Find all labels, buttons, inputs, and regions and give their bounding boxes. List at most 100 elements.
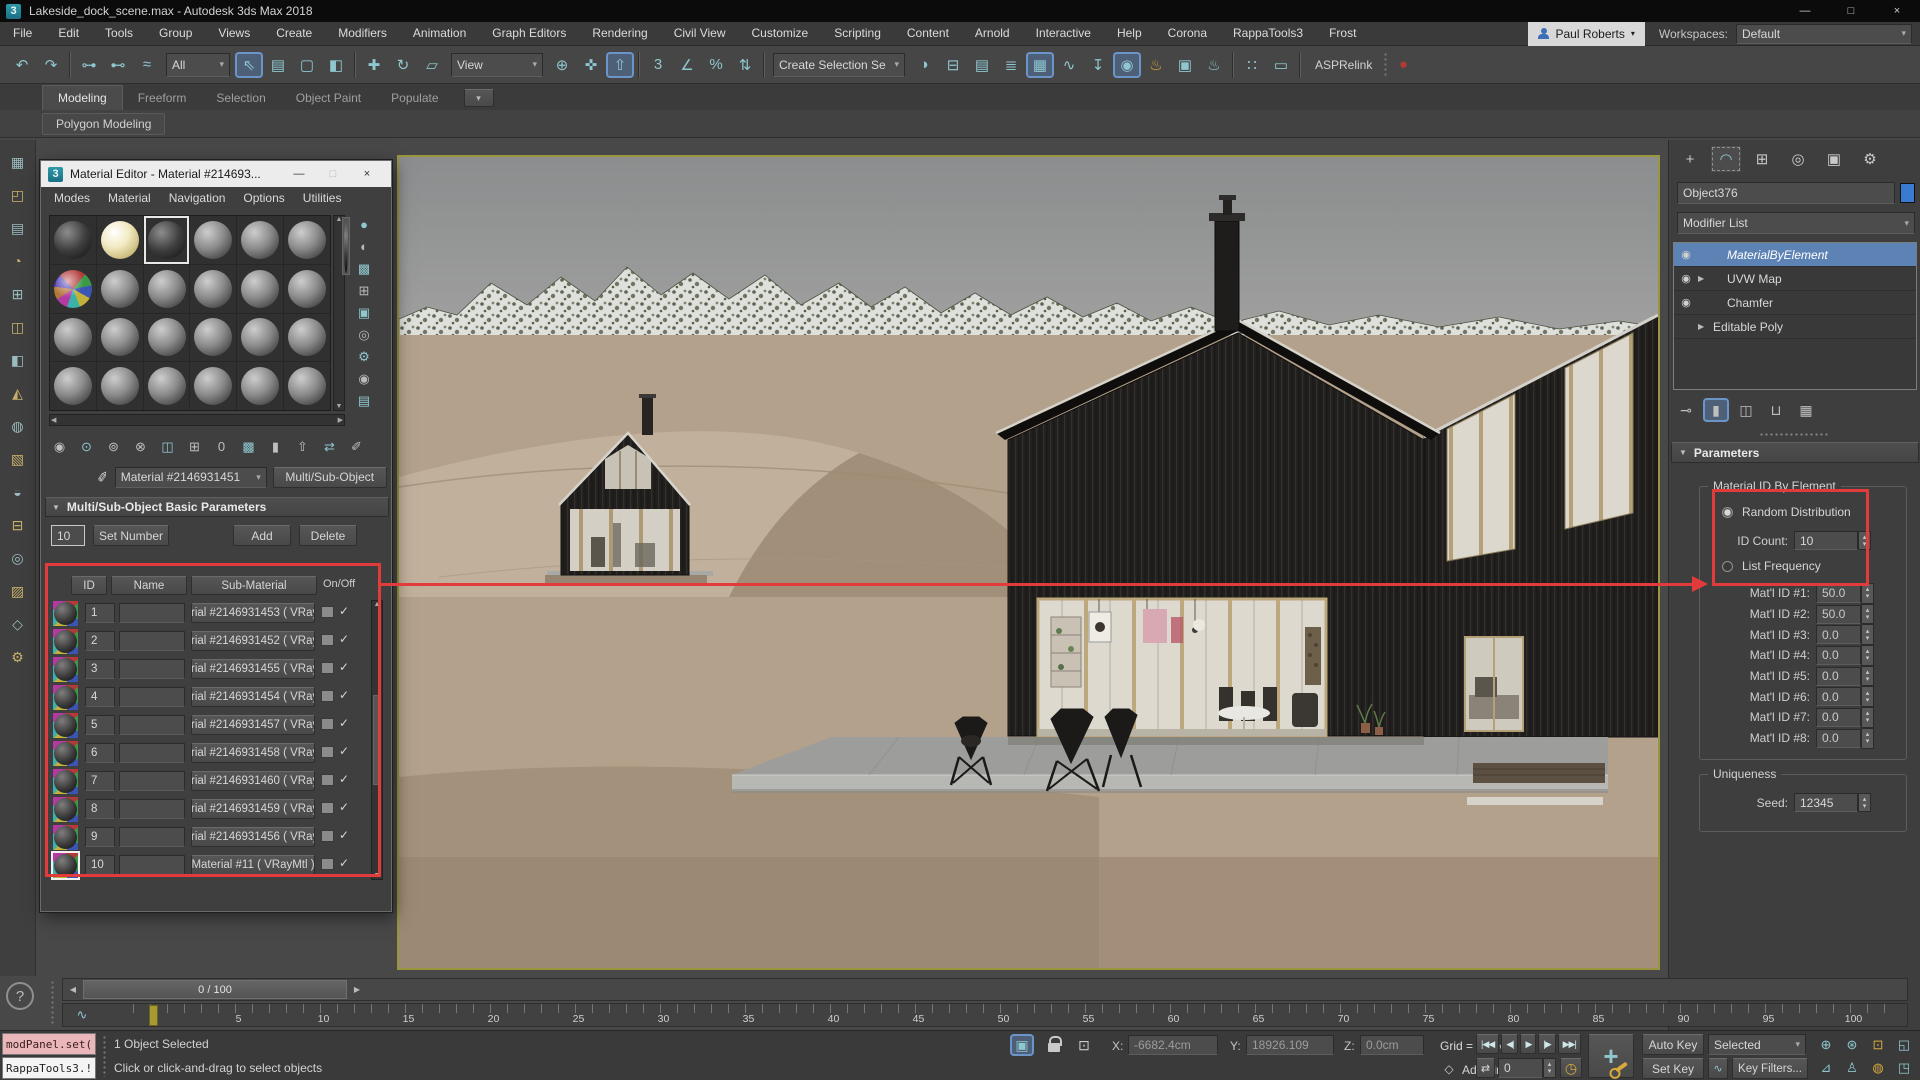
maxscript-listener-line2[interactable]: RappaTools3.! xyxy=(2,1057,96,1079)
left-tool-icon-13[interactable]: ◎ xyxy=(6,546,30,570)
scene-explorer-icon[interactable]: ▤ xyxy=(968,52,996,78)
spinner-arrows[interactable]: ▴▾ xyxy=(1861,728,1874,749)
left-tool-icon-2[interactable]: ◰ xyxy=(6,183,30,207)
get-material-icon[interactable]: ◉ xyxy=(47,435,72,458)
material-editor-icon[interactable]: ◉ xyxy=(1113,52,1141,78)
material-sample-slot[interactable] xyxy=(144,314,190,362)
map-chip[interactable] xyxy=(321,774,334,786)
enable-checkbox[interactable]: ✓ xyxy=(339,856,349,870)
menu-item[interactable]: Civil View xyxy=(661,22,739,45)
material-sample-slot[interactable] xyxy=(97,314,143,362)
map-chip[interactable] xyxy=(321,690,334,702)
panel-splitter[interactable] xyxy=(1759,432,1829,437)
modifier-stack-row[interactable]: ◉ Chamfer xyxy=(1674,291,1916,315)
viewport[interactable] xyxy=(397,155,1660,970)
enable-checkbox[interactable]: ✓ xyxy=(339,660,349,674)
matl-id-field[interactable]: 0.0 xyxy=(1816,646,1861,665)
random-distribution-radio[interactable]: Random Distribution xyxy=(1722,505,1851,519)
menu-item[interactable]: File xyxy=(0,22,45,45)
name-column-header[interactable]: Name xyxy=(111,576,187,595)
key-filters-button[interactable]: Key Filters... xyxy=(1732,1058,1808,1079)
eyedropper-icon[interactable]: ✐ xyxy=(96,468,111,487)
tab-display[interactable]: ▣ xyxy=(1819,146,1849,172)
close-button[interactable]: × xyxy=(1874,0,1920,22)
enable-checkbox[interactable]: ✓ xyxy=(339,800,349,814)
menu-item[interactable]: Help xyxy=(1104,22,1155,45)
sub-material-name-field[interactable] xyxy=(119,603,185,623)
table-scrollbar[interactable]: ▲ ▼ xyxy=(371,600,383,880)
minimize-button[interactable]: — xyxy=(1782,0,1828,22)
sub-material-button[interactable]: Material #2146931459 ( VRayMtl ) xyxy=(191,799,315,819)
list-frequency-radio[interactable]: List Frequency xyxy=(1722,559,1821,573)
spinner-arrows[interactable]: ▴▾ xyxy=(1861,707,1874,728)
map-chip[interactable] xyxy=(321,634,334,646)
isolate-selection-icon[interactable]: ▣ xyxy=(1010,1034,1034,1056)
visibility-eye-icon[interactable]: ◉ xyxy=(1674,296,1698,309)
sub-material-button[interactable]: Material #2146931454 ( VRayMtl ) xyxy=(191,687,315,707)
enable-checkbox[interactable]: ✓ xyxy=(339,688,349,702)
material-sample-slot[interactable] xyxy=(144,216,190,264)
sub-material-name-field[interactable] xyxy=(119,715,185,735)
spinner-arrows[interactable]: ▴▾ xyxy=(1861,666,1874,687)
spinner-arrows[interactable]: ▴▾ xyxy=(1861,624,1874,645)
id-count-field[interactable]: 10 xyxy=(1794,531,1858,550)
material-sample-slot[interactable] xyxy=(97,362,143,410)
menu-item[interactable]: Material xyxy=(99,191,160,205)
ribbon-tab[interactable]: Modeling xyxy=(42,85,123,110)
menu-item[interactable]: Utilities xyxy=(294,191,351,205)
material-sample-slot[interactable] xyxy=(190,314,236,362)
window-crossing-icon[interactable]: ◧ xyxy=(322,52,350,78)
select-scale-icon[interactable]: ▱ xyxy=(418,52,446,78)
sub-material-button[interactable]: Material #2146931456 ( VRayMtl ) xyxy=(191,827,315,847)
remove-modifier-icon[interactable]: ⊔ xyxy=(1763,398,1789,422)
select-link-icon[interactable]: ⊶ xyxy=(75,52,103,78)
menu-item[interactable]: Views xyxy=(205,22,263,45)
corona-icon[interactable]: ● xyxy=(1389,52,1417,78)
enable-checkbox[interactable]: ✓ xyxy=(339,772,349,786)
select-object-icon[interactable]: ⇖ xyxy=(235,52,263,78)
ribbon-toggle-icon[interactable]: ▦ xyxy=(1026,52,1054,78)
material-sample-slot[interactable] xyxy=(144,362,190,410)
material-sample-slot[interactable] xyxy=(284,216,330,264)
select-rotate-icon[interactable]: ↻ xyxy=(389,52,417,78)
select-manipulate-icon[interactable]: ✜ xyxy=(577,52,605,78)
modifier-stack-row[interactable]: ◉ MaterialByElement xyxy=(1674,243,1916,267)
material-sample-slot[interactable] xyxy=(237,265,283,313)
menu-item[interactable]: Frost xyxy=(1316,22,1369,45)
angle-snap-icon[interactable]: ∠ xyxy=(673,52,701,78)
left-tool-icon-10[interactable]: ▧ xyxy=(6,447,30,471)
go-to-sibling-icon[interactable]: ⇄ xyxy=(317,435,342,458)
menu-item[interactable]: Corona xyxy=(1155,22,1220,45)
previous-frame-arrow[interactable]: ◀ xyxy=(65,980,81,999)
select-region-icon[interactable]: ▢ xyxy=(293,52,321,78)
visibility-eye-icon[interactable]: ◉ xyxy=(1674,248,1698,261)
sub-material-button[interactable]: Material #2146931455 ( VRayMtl ) xyxy=(191,659,315,679)
enable-checkbox[interactable]: ✓ xyxy=(339,716,349,730)
left-tool-icon-8[interactable]: ◭ xyxy=(6,381,30,405)
sub-material-thumbnail[interactable] xyxy=(53,825,78,850)
scroll-down-icon[interactable]: ▼ xyxy=(336,403,343,410)
video-color-check-icon[interactable]: ▣ xyxy=(353,303,375,322)
radio-icon[interactable] xyxy=(1722,561,1733,572)
left-tool-icon-1[interactable]: ▦ xyxy=(6,150,30,174)
expand-icon[interactable]: ▶ xyxy=(1698,322,1713,331)
play-button[interactable]: ▶ xyxy=(1520,1034,1536,1054)
reset-map-icon[interactable]: ⊗ xyxy=(128,435,153,458)
map-chip[interactable] xyxy=(321,802,334,814)
sub-material-name-field[interactable] xyxy=(119,855,185,875)
left-tool-icon-16[interactable]: ⚙ xyxy=(6,645,30,669)
expand-icon[interactable]: ▶ xyxy=(1698,274,1713,283)
sub-material-button[interactable]: Material #2146931460 ( VRayMtl ) xyxy=(191,771,315,791)
left-tool-icon-12[interactable]: ⊟ xyxy=(6,513,30,537)
menu-item[interactable]: Animation xyxy=(400,22,479,45)
walk-through-icon[interactable]: ♙ xyxy=(1840,1057,1864,1078)
scrollbar-thumb[interactable] xyxy=(373,695,381,785)
left-tool-icon-7[interactable]: ◧ xyxy=(6,348,30,372)
ribbon-tab[interactable]: Object Paint xyxy=(281,86,376,110)
scroll-right-icon[interactable]: ▶ xyxy=(338,416,343,424)
scroll-down-icon[interactable]: ▼ xyxy=(374,872,381,879)
tab-hierarchy[interactable]: ⊞ xyxy=(1747,146,1777,172)
sub-material-button[interactable]: Material #11 ( VRayMtl ) xyxy=(191,855,315,875)
sub-material-thumbnail[interactable] xyxy=(53,629,78,654)
select-move-icon[interactable]: ✚ xyxy=(360,52,388,78)
